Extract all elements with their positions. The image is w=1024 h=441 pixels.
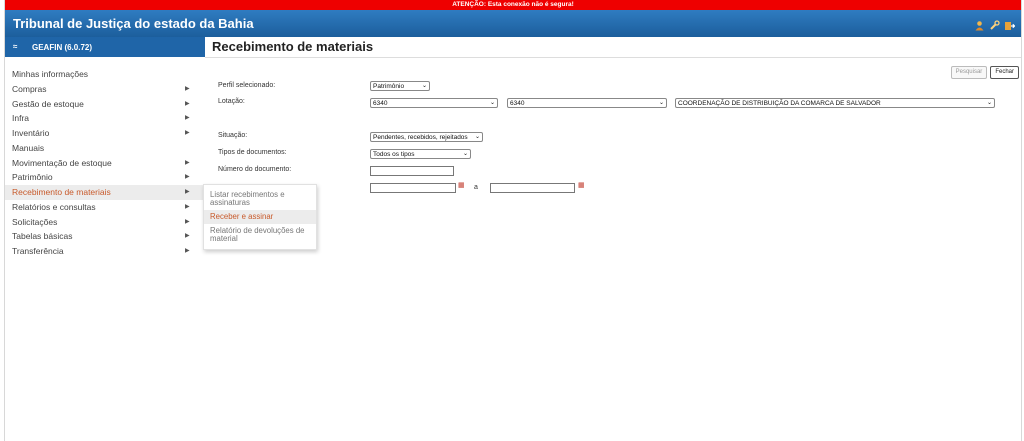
perfil-select[interactable]: Patrimônio ⌄ xyxy=(370,81,430,91)
app-frame: ATENÇÃO: Esta conexão não é segura! Trib… xyxy=(4,0,1022,441)
chevron-right-icon: ▶ xyxy=(185,159,190,166)
lotacao-value-1: 6340 xyxy=(373,100,388,107)
lotacao-value-2: 6340 xyxy=(510,100,525,107)
sidebar-item-label: Compras xyxy=(12,83,47,94)
sidebar-item-patrimonio[interactable]: Patrimônio ▶ xyxy=(5,170,205,185)
chevron-down-icon: ⌄ xyxy=(462,151,468,157)
sidebar-item-label: Transferência xyxy=(12,246,64,256)
perfil-label: Perfil selecionado: xyxy=(218,82,276,89)
calendar-icon[interactable]: ▦ xyxy=(578,181,585,189)
chevron-right-icon: ▶ xyxy=(185,189,190,195)
chevron-right-icon: ▶ xyxy=(185,218,190,225)
chevron-right-icon: ▶ xyxy=(185,174,190,181)
chevron-down-icon: ⌄ xyxy=(474,134,480,140)
sidebar-menu: Minhas informações Compras ▶ Gestão de es… xyxy=(5,67,205,259)
sidebar-item-minhas-informacoes[interactable]: Minhas informações xyxy=(5,67,205,82)
header-icons xyxy=(974,18,1016,31)
tipos-label: Tipos de documentos: xyxy=(218,149,287,156)
submenu-item-listar[interactable]: Listar recebimentos e assinaturas xyxy=(204,189,316,209)
chevron-right-icon: ▶ xyxy=(185,85,190,92)
sidebar-item-infra[interactable]: Infra ▶ xyxy=(5,111,205,126)
data-inicial-input[interactable] xyxy=(370,183,456,193)
sidebar-item-label: Tabelas básicas xyxy=(12,231,73,242)
numero-documento-input[interactable] xyxy=(370,166,454,176)
sidebar-item-solicitacoes[interactable]: Solicitações ▶ xyxy=(5,215,205,230)
sidebar-item-compras[interactable]: Compras ▶ xyxy=(5,82,205,97)
perfil-value: Patrimônio xyxy=(373,83,405,90)
situacao-select[interactable]: Pendentes, recebidos, rejeitados ⌄ xyxy=(370,132,483,142)
situacao-value: Pendentes, recebidos, rejeitados xyxy=(373,134,468,141)
lotacao-select-1[interactable]: 6340 ⌄ xyxy=(370,98,498,108)
collapse-icon[interactable]: ≈ xyxy=(13,42,17,51)
top-header: Tribunal de Justiça do estado da Bahia xyxy=(5,10,1021,37)
calendar-icon[interactable]: ▦ xyxy=(458,181,465,189)
sidebar-item-label: Gestão de estoque xyxy=(12,98,84,109)
lotacao-value-3: COORDENAÇÃO DE DISTRIBUIÇÃO DA COMARCA D… xyxy=(678,100,881,107)
lotacao-select-3[interactable]: COORDENAÇÃO DE DISTRIBUIÇÃO DA COMARCA D… xyxy=(675,98,995,108)
tools-icon[interactable] xyxy=(989,18,1000,30)
chevron-right-icon: ▶ xyxy=(185,115,190,122)
chevron-down-icon: ⌄ xyxy=(986,100,992,106)
tipos-select[interactable]: Todos os tipos ⌄ xyxy=(370,149,471,159)
action-buttons: Pesquisar Fechar xyxy=(950,66,1019,79)
chevron-down-icon: ⌄ xyxy=(421,83,427,89)
submenu-recebimento: Listar recebimentos e assinaturas Recebe… xyxy=(203,184,317,250)
exit-icon[interactable] xyxy=(1004,18,1016,30)
sidebar-item-label: Infra xyxy=(12,113,30,124)
user-icon[interactable] xyxy=(974,18,985,31)
sidebar-item-recebimento-materiais[interactable]: Recebimento de materiais ▶ xyxy=(5,185,205,200)
chevron-down-icon: ⌄ xyxy=(658,100,664,106)
sidebar-item-tabelas-basicas[interactable]: Tabelas básicas ▶ xyxy=(5,229,205,244)
app-title: Tribunal de Justiça do estado da Bahia xyxy=(13,16,254,31)
submenu-item-receber-assinar[interactable]: Receber e assinar xyxy=(204,210,316,224)
sidebar-item-label: Inventário xyxy=(12,128,50,138)
chevron-down-icon: ⌄ xyxy=(489,100,495,106)
chevron-right-icon: ▶ xyxy=(185,248,190,254)
sidebar-item-inventario[interactable]: Inventário ▶ xyxy=(5,126,205,141)
numero-label: Número do documento: xyxy=(218,166,292,173)
sidebar-item-label: Solicitações xyxy=(12,216,58,227)
chevron-right-icon: ▶ xyxy=(185,100,190,107)
pesquisar-button[interactable]: Pesquisar xyxy=(950,66,988,79)
sidebar-item-label: Manuais xyxy=(12,142,45,153)
chevron-right-icon: ▶ xyxy=(185,203,190,210)
chevron-right-icon: ▶ xyxy=(185,233,190,240)
data-final-input[interactable] xyxy=(490,183,575,193)
submenu-item-relatorio-devolucoes[interactable]: Relatório de devoluções de material xyxy=(204,225,316,245)
title-divider xyxy=(205,57,1021,58)
sidebar-item-relatorios-consultas[interactable]: Relatórios e consultas ▶ xyxy=(5,200,205,215)
security-warning: ATENÇÃO: Esta conexão não é segura! xyxy=(5,0,1021,10)
sidebar-item-label: Movimentação de estoque xyxy=(12,157,112,168)
page-title: Recebimento de materiais xyxy=(212,39,374,54)
lotacao-label: Lotação: xyxy=(218,98,245,105)
sidebar-item-gestao-estoque[interactable]: Gestão de estoque ▶ xyxy=(5,97,205,112)
system-bar[interactable]: ≈ GEAFIN (6.0.72) xyxy=(5,37,205,57)
sidebar-item-manuais[interactable]: Manuais xyxy=(5,141,205,156)
sidebar-item-label: Minhas informações xyxy=(12,69,89,79)
system-name: GEAFIN (6.0.72) xyxy=(32,43,93,52)
sidebar-item-label: Recebimento de materiais xyxy=(12,187,111,197)
tipos-value: Todos os tipos xyxy=(373,151,415,158)
sidebar-item-movimentacao-estoque[interactable]: Movimentação de estoque ▶ xyxy=(5,156,205,171)
sidebar-item-label: Patrimônio xyxy=(12,172,53,183)
lotacao-select-2[interactable]: 6340 ⌄ xyxy=(507,98,667,108)
fechar-button[interactable]: Fechar xyxy=(990,66,1019,79)
situacao-label: Situação: xyxy=(218,132,248,139)
chevron-right-icon: ▶ xyxy=(185,130,190,136)
date-range-separator: a xyxy=(474,184,478,191)
sidebar-item-label: Relatórios e consultas xyxy=(12,201,96,212)
sidebar-item-transferencia[interactable]: Transferência ▶ xyxy=(5,244,205,259)
